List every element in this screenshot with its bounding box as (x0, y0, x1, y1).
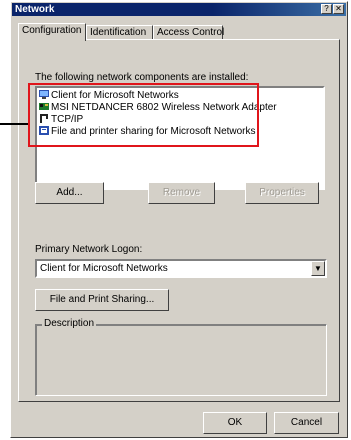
remove-button[interactable]: Remove (148, 182, 215, 204)
cancel-button[interactable]: Cancel (274, 412, 339, 434)
tab-access-control[interactable]: Access Control (153, 25, 224, 40)
close-button[interactable]: ✕ (333, 4, 344, 14)
help-icon: ? (324, 4, 329, 13)
file-print-sharing-button[interactable]: File and Print Sharing... (35, 289, 169, 311)
components-highlight (28, 83, 259, 147)
tab-configuration[interactable]: Configuration (18, 23, 86, 41)
network-dialog: Network ? ✕ Configuration Identification… (10, 1, 348, 438)
primary-logon-select[interactable]: Client for Microsoft Networks ▼ (35, 259, 327, 278)
tab-identification[interactable]: Identification (86, 25, 153, 40)
description-group: Description (35, 318, 327, 396)
primary-logon-value: Client for Microsoft Networks (40, 263, 168, 274)
help-button[interactable]: ? (321, 4, 332, 14)
components-label: The following network components are ins… (35, 72, 249, 83)
window-title: Network (15, 4, 55, 15)
primary-logon-label: Primary Network Logon: (35, 244, 143, 255)
callout-leader-line (0, 123, 28, 125)
properties-button[interactable]: Properties (245, 182, 319, 204)
description-label: Description (42, 318, 97, 329)
add-button[interactable]: Add... (35, 182, 104, 204)
title-bar[interactable]: Network ? ✕ (12, 3, 346, 16)
close-icon: ✕ (335, 4, 342, 13)
chevron-down-icon[interactable]: ▼ (311, 261, 325, 276)
ok-button[interactable]: OK (203, 412, 267, 434)
